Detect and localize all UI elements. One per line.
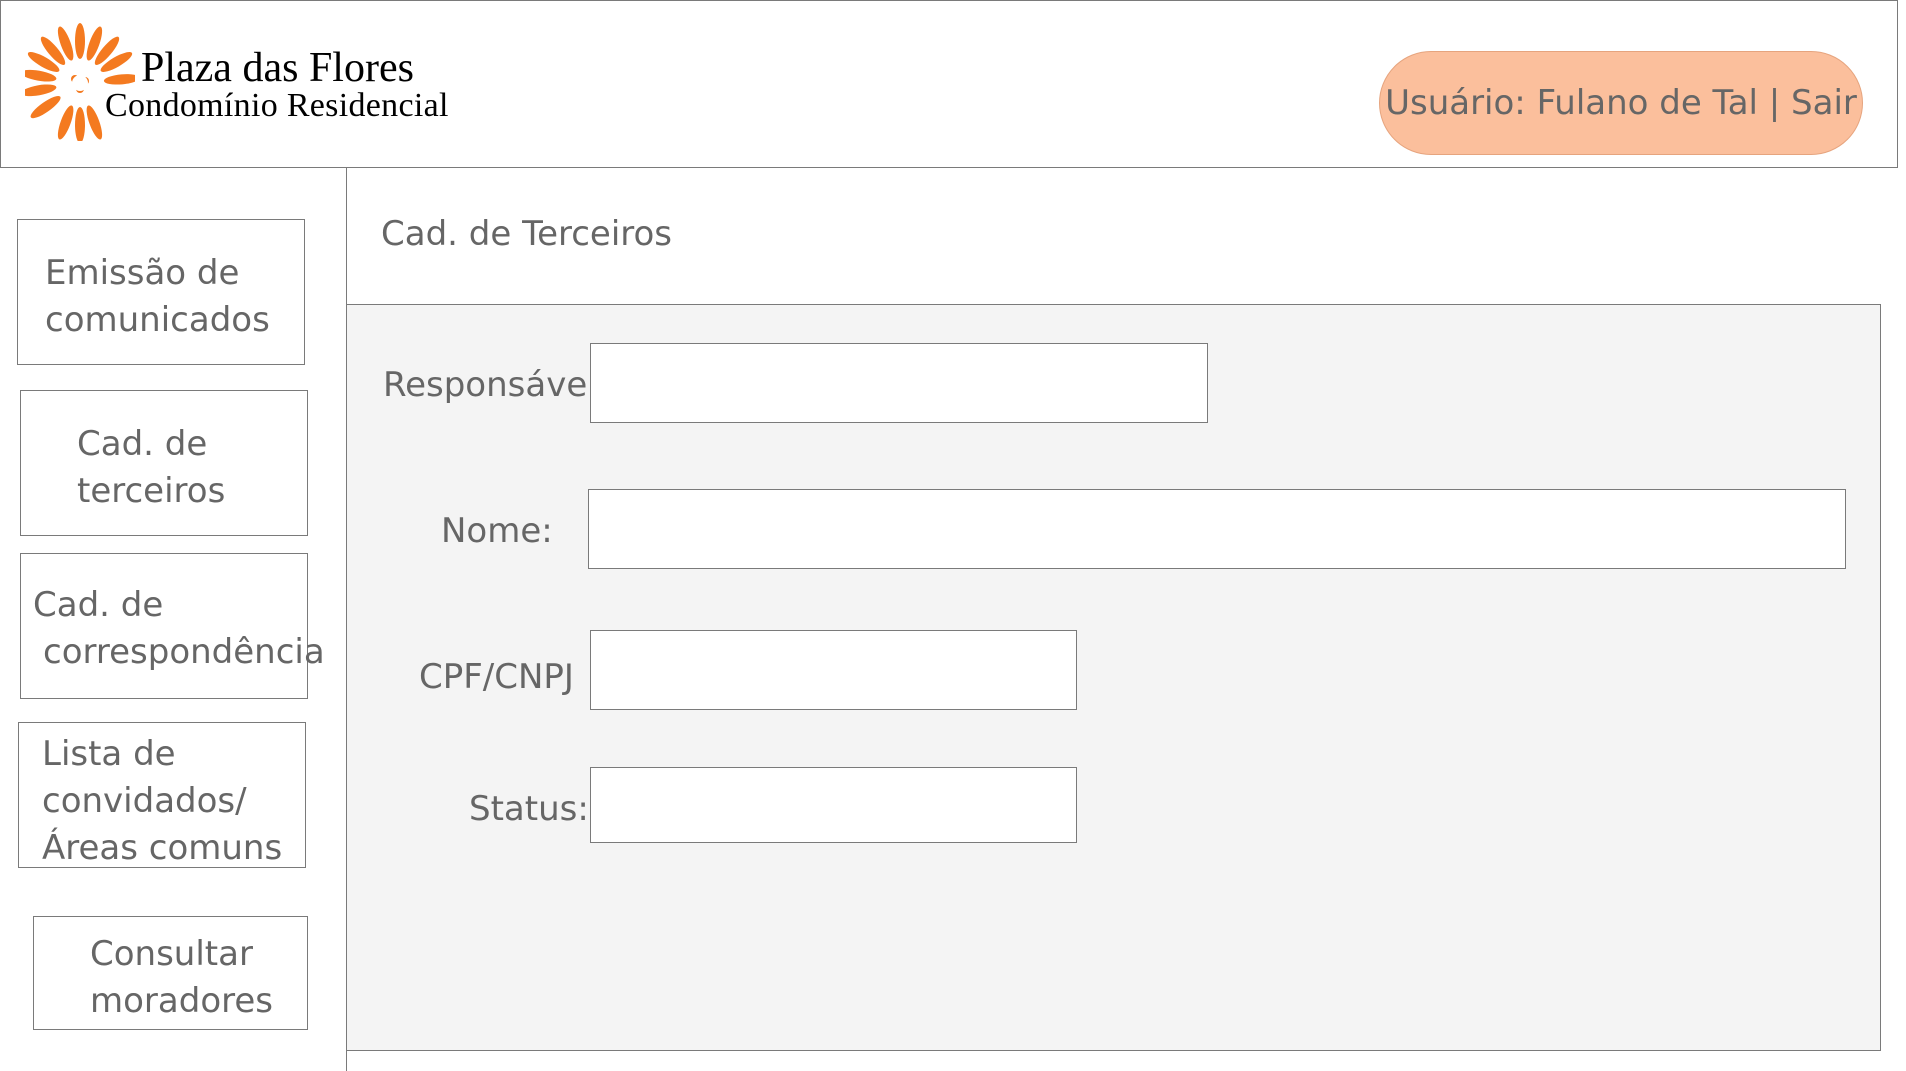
sidebar-item-label: comunicados xyxy=(45,300,270,340)
page-title: Cad. de Terceiros xyxy=(381,214,673,254)
sidebar-item-label: terceiros xyxy=(77,471,226,511)
sidebar-item-label: Emissão de xyxy=(45,253,240,293)
status-field[interactable] xyxy=(590,767,1077,843)
responsavel-field[interactable] xyxy=(590,343,1208,423)
cpf-cnpj-label: CPF/CNPJ xyxy=(419,657,574,697)
sidebar-item-label: convidados/ xyxy=(42,781,247,821)
sidebar-item-label: Cad. de xyxy=(77,424,208,464)
cpf-cnpj-field[interactable] xyxy=(590,630,1077,710)
sidebar-item-consultar-moradores[interactable]: Consultar moradores xyxy=(33,916,308,1030)
sidebar-item-cad-correspondencia[interactable]: Cad. de correspondência xyxy=(20,553,325,699)
brand-title: Plaza das Flores xyxy=(141,45,414,91)
sidebar-item-cad-terceiros[interactable]: Cad. de terceiros xyxy=(20,390,308,536)
sidebar-item-label: correspondência xyxy=(43,632,325,672)
form-panel: Responsável: Nome: CPF/CNPJ Status: xyxy=(346,304,1881,1051)
sidebar-item-label: Cad. de xyxy=(33,585,164,625)
status-label: Status: xyxy=(469,789,589,829)
sidebar-item-emissao-comunicados[interactable]: Emissão de comunicados xyxy=(17,219,305,365)
sidebar-item-label: Lista de xyxy=(42,734,176,774)
sidebar-item-lista-convidados[interactable]: Lista de convidados/ Áreas comuns xyxy=(18,722,306,868)
sidebar-item-label: Áreas comuns xyxy=(42,828,283,868)
sidebar-item-label: moradores xyxy=(90,981,273,1021)
sidebar-item-label: Consultar xyxy=(90,934,253,974)
responsavel-label: Responsável: xyxy=(383,365,609,405)
user-logout-button[interactable]: Usuário: Fulano de Tal | Sair xyxy=(1379,51,1863,155)
brand-subtitle: Condomínio Residencial xyxy=(105,87,449,124)
nome-field[interactable] xyxy=(588,489,1846,569)
nome-label: Nome: xyxy=(441,511,553,551)
app-header: Plaza das Flores Condomínio Residencial … xyxy=(0,0,1898,168)
